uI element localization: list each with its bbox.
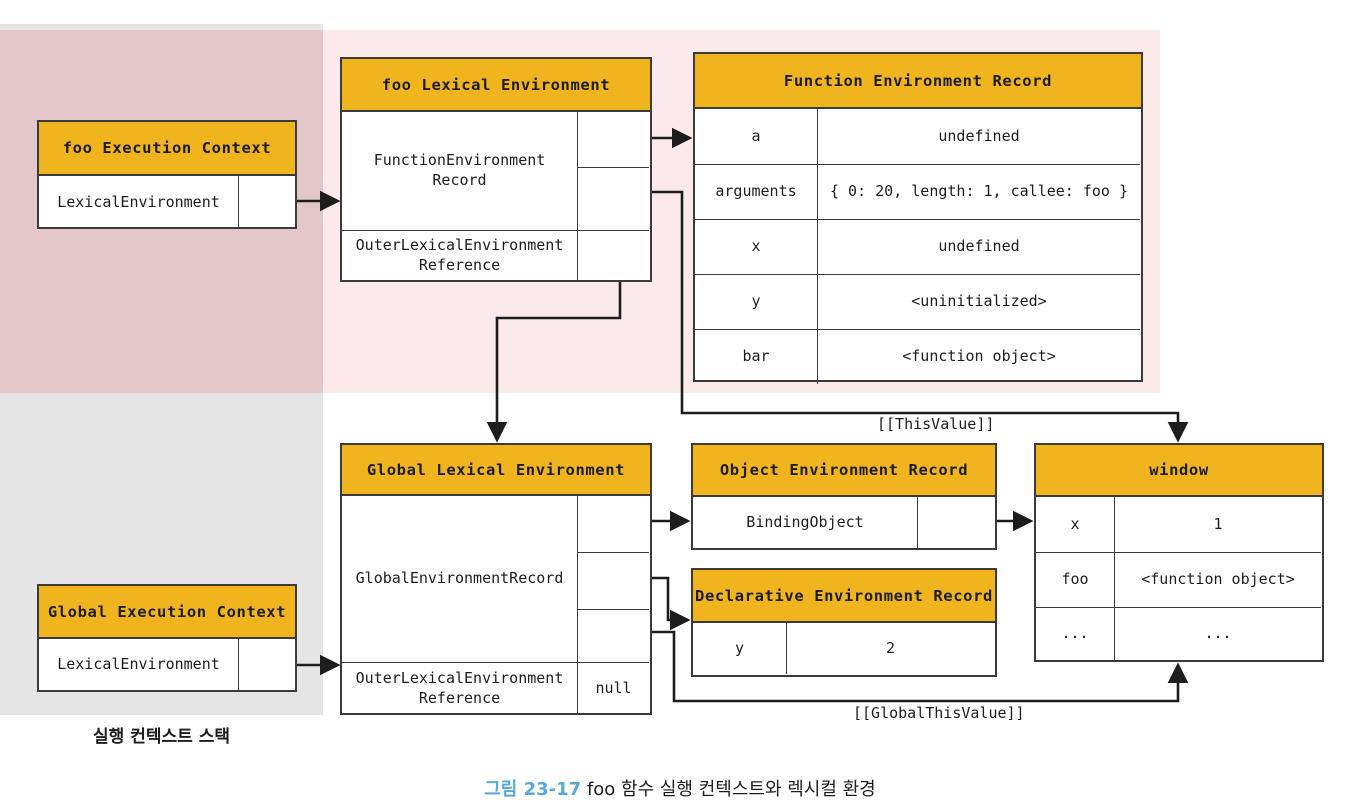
fer-row-key: a <box>695 109 818 164</box>
fer-row-key: arguments <box>695 164 818 219</box>
function-environment-record-box: Function Environment Record a undefined … <box>693 52 1143 384</box>
figure-number: 그림 23-17 <box>484 779 582 800</box>
figure-caption-text: foo 함수 실행 컨텍스트와 렉시컬 환경 <box>586 779 876 800</box>
foo-execution-context-title: foo Execution Context <box>39 122 295 176</box>
window-row-value: ... <box>1115 607 1321 660</box>
oer-bindingobject-key: BindingObject <box>693 497 918 548</box>
foo-le-functionenvironmentrecord-slot-b <box>578 167 649 230</box>
foo-ec-lexicalenvironment-value <box>239 176 297 229</box>
fer-row-key: bar <box>695 329 818 384</box>
object-environment-record-box: Object Environment Record BindingObject <box>691 443 997 550</box>
figure-caption: 그림 23-17 foo 함수 실행 컨텍스트와 렉시컬 환경 <box>0 775 1360 801</box>
foo-le-functionenvironmentrecord-key: FunctionEnvironment Record <box>342 112 578 230</box>
fer-row-key: y <box>695 274 818 329</box>
foo-lexical-environment-title: foo Lexical Environment <box>342 59 650 112</box>
fer-row-key: x <box>695 219 818 274</box>
foo-le-outerlexicalenvironmentreference-value <box>578 230 649 280</box>
window-row-key: ... <box>1036 607 1115 660</box>
global-lexical-environment-title: Global Lexical Environment <box>342 445 650 496</box>
gle-globalenvironmentrecord-slot-a <box>578 496 649 552</box>
gle-outerlexicalenvironmentreference-value: null <box>578 662 649 714</box>
fer-row-value: <function object> <box>818 329 1140 384</box>
window-object-title: window <box>1036 445 1322 497</box>
declarative-environment-record-box: Declarative Environment Record y 2 <box>691 568 997 677</box>
window-row-value: 1 <box>1213 514 1223 533</box>
foo-le-functionenvironmentrecord-slot-a <box>578 112 649 167</box>
foo-le-outerlexicalenvironmentreference-key: OuterLexicalEnvironment Reference <box>342 230 578 280</box>
diagram-canvas: foo Execution Context LexicalEnvironment… <box>0 0 1360 807</box>
global-execution-context-title: Global Execution Context <box>39 586 295 639</box>
der-row-key: y <box>693 623 787 674</box>
window-row-key: x <box>1036 497 1115 552</box>
gle-globalenvironmentrecord-slot-b <box>578 552 649 609</box>
function-environment-record-title: Function Environment Record <box>695 54 1141 109</box>
execution-context-stack-label: 실행 컨텍스트 스택 <box>93 727 230 747</box>
this-value-edge-label: [[ThisValue]] <box>877 415 995 433</box>
global-ec-lexicalenvironment-key: LexicalEnvironment <box>39 639 239 691</box>
gle-globalenvironmentrecord-key: GlobalEnvironmentRecord <box>342 496 578 662</box>
window-object-box: window x 1 foo <function object> ... ... <box>1034 443 1324 662</box>
foo-lexical-environment-box: foo Lexical Environment FunctionEnvironm… <box>340 57 652 282</box>
global-lexical-environment-box: Global Lexical Environment GlobalEnviron… <box>340 443 652 715</box>
object-environment-record-title: Object Environment Record <box>693 445 995 497</box>
oer-bindingobject-value <box>918 497 994 548</box>
foo-ec-lexicalenvironment-key: LexicalEnvironment <box>39 176 239 229</box>
fer-row-value: <uninitialized> <box>818 274 1140 329</box>
global-ec-lexicalenvironment-value <box>239 639 297 691</box>
foo-execution-context-box: foo Execution Context LexicalEnvironment <box>37 120 297 229</box>
window-row-key: foo <box>1036 552 1115 607</box>
global-execution-context-box: Global Execution Context LexicalEnvironm… <box>37 584 297 692</box>
global-this-value-edge-label: [[GlobalThisValue]] <box>853 704 1025 722</box>
fer-row-value: undefined <box>818 219 1140 274</box>
window-row-value: <function object> <box>1115 552 1321 607</box>
fer-row-value: { 0: 20, length: 1, callee: foo } <box>818 164 1140 219</box>
gle-globalenvironmentrecord-slot-c <box>578 609 649 662</box>
declarative-environment-record-title: Declarative Environment Record <box>693 570 995 623</box>
fer-row-value: undefined <box>938 126 1020 145</box>
gle-outerlexicalenvironmentreference-key: OuterLexicalEnvironment Reference <box>342 662 578 714</box>
der-row-value: 2 <box>885 638 896 657</box>
